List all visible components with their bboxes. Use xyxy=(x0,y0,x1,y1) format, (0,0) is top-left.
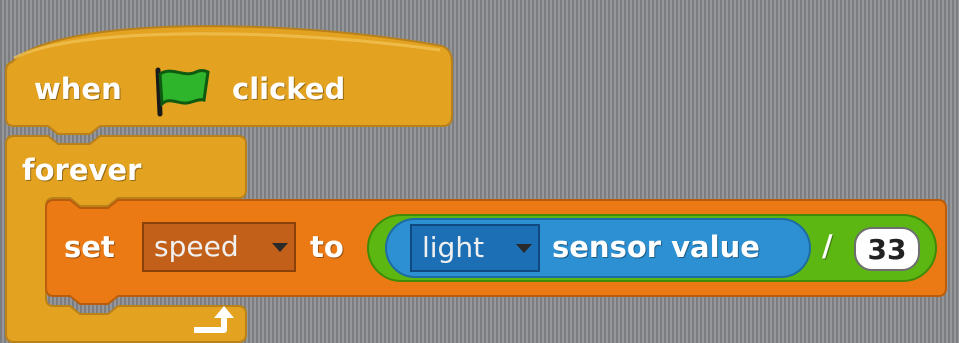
variable-dropdown-value: speed xyxy=(154,230,239,263)
block-shapes xyxy=(5,25,947,343)
forever-label: forever xyxy=(22,153,142,187)
dropdown-arrow-icon xyxy=(516,243,532,253)
divisor-value: 33 xyxy=(867,232,907,266)
scripts-area: when clicked forever set speed to light … xyxy=(0,0,959,343)
divide-operator-label: / xyxy=(822,229,833,263)
loop-arrow-icon xyxy=(194,306,234,333)
when-label: when xyxy=(34,72,122,106)
sensor-dropdown-value: light xyxy=(422,231,485,264)
sensor-value-label: sensor value xyxy=(552,230,760,264)
clicked-label: clicked xyxy=(232,72,346,106)
green-flag-icon[interactable] xyxy=(150,62,212,118)
dropdown-arrow-icon xyxy=(272,242,288,252)
divisor-input[interactable]: 33 xyxy=(854,227,920,271)
sensor-dropdown[interactable]: light xyxy=(410,224,540,272)
set-label: set xyxy=(64,230,115,264)
variable-dropdown[interactable]: speed xyxy=(142,222,296,272)
to-label: to xyxy=(310,230,344,264)
